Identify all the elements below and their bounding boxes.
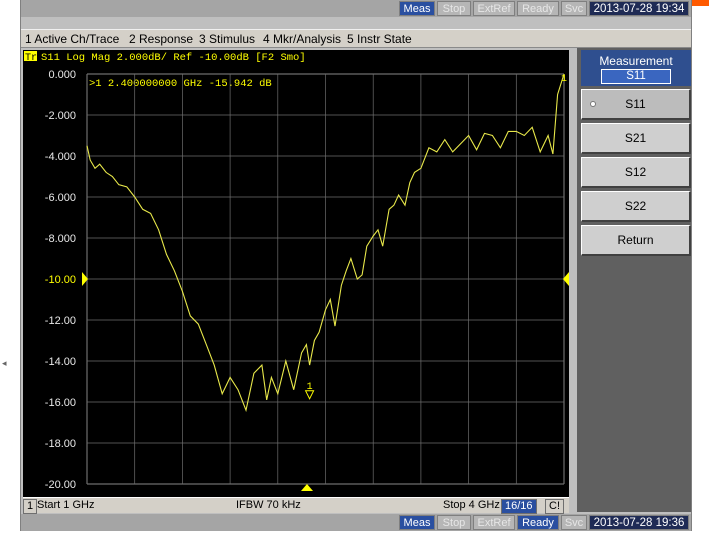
top-status-bar: Meas Stop ExtRef Ready Svc 2013-07-28 19… [21, 0, 691, 17]
y-tick-label: -18.00 [45, 438, 76, 450]
softkey-s21-label: S21 [624, 131, 647, 145]
scroll-left-icon[interactable]: ◂ [2, 358, 7, 369]
trace-plot[interactable]: Tr1 S11 Log Mag 2.000dB/ Ref -10.00dB [F… [23, 50, 569, 497]
softkey-s11[interactable]: S11 [581, 89, 691, 120]
softkey-s21[interactable]: S21 [581, 123, 691, 154]
if-bandwidth[interactable]: IFBW 70 kHz [236, 499, 301, 512]
stop-indicator-bottom: Stop [437, 515, 471, 530]
meas-indicator: Meas [399, 1, 435, 16]
trace-plot-svg: Tr1 S11 Log Mag 2.000dB/ Ref -10.00dB [F… [24, 51, 569, 491]
softkey-s22-label: S22 [624, 199, 647, 213]
measurement-softkey-title: Measurement S11 [581, 50, 691, 86]
stop-frequency[interactable]: Stop 4 GHz [443, 499, 500, 512]
y-tick-label: 0.000 [48, 69, 76, 81]
y-tick-label: -6.000 [45, 192, 76, 204]
extref-indicator: ExtRef [473, 1, 515, 16]
trace-markers: 1 [304, 382, 315, 400]
softkey-s12-label: S12 [624, 165, 647, 179]
y-tick-label: -10.00 [45, 274, 76, 286]
vna-application: Meas Stop ExtRef Ready Svc 2013-07-28 19… [20, 0, 692, 531]
softkey-title-label: Measurement [599, 54, 673, 68]
y-tick-label: -16.00 [45, 397, 76, 409]
marker-position-icon[interactable] [301, 484, 313, 491]
softkey-s22[interactable]: S22 [581, 191, 691, 222]
menu-bar: 1 Active Ch/Trace 2 Response 3 Stimulus … [21, 29, 691, 48]
trace-header: S11 Log Mag 2.000dB/ Ref -10.00dB [F2 Sm… [41, 52, 306, 64]
channel-number[interactable]: 1 [23, 499, 38, 514]
y-tick-label: -12.00 [45, 315, 76, 327]
menu-response[interactable]: 2 Response [129, 32, 193, 46]
selected-radio-icon [590, 101, 596, 107]
stop-indicator: Stop [437, 1, 471, 16]
ready-indicator: Ready [517, 1, 559, 16]
meas-indicator-bottom: Meas [399, 515, 435, 530]
softkey-return-label: Return [617, 233, 654, 247]
marker-readout: >1 2.400000000 GHz -15.942 dB [89, 78, 272, 90]
ready-indicator-bottom: Ready [517, 515, 559, 530]
extref-indicator-bottom: ExtRef [473, 515, 515, 530]
y-tick-label: -2.000 [45, 110, 76, 122]
softkey-panel: Measurement S11 S11 S21 S12 S22 Return [577, 48, 691, 512]
menu-active-ch-trace[interactable]: 1 Active Ch/Trace [25, 32, 119, 46]
svc-indicator: Svc [561, 1, 587, 16]
calibration-indicator: C! [545, 499, 564, 514]
start-frequency[interactable]: Start 1 GHz [37, 499, 94, 512]
clock-display: 2013-07-28 19:34 [589, 1, 689, 16]
y-tick-label: -8.000 [45, 233, 76, 245]
y-tick-label: -20.00 [45, 479, 76, 491]
y-tick-label: -4.000 [45, 151, 76, 163]
softkey-s12[interactable]: S12 [581, 157, 691, 188]
end-marker-label: 1 [561, 74, 567, 85]
softkey-current-value: S11 [601, 69, 671, 84]
points-indicator: 16/16 [501, 499, 537, 514]
menu-instr-state[interactable]: 5 Instr State [347, 32, 412, 46]
menu-mkr-analysis[interactable]: 4 Mkr/Analysis [263, 32, 341, 46]
softkey-s11-label: S11 [625, 97, 646, 111]
menu-stimulus[interactable]: 3 Stimulus [199, 32, 255, 46]
svc-indicator-bottom: Svc [561, 515, 587, 530]
channel-status-bar: 1 Start 1 GHz IFBW 70 kHz Stop 4 GHz 16/… [23, 497, 569, 514]
y-tick-label: -14.00 [45, 356, 76, 368]
softkey-return[interactable]: Return [581, 225, 691, 256]
bottom-status-bar: Meas Stop ExtRef Ready Svc 2013-07-28 19… [21, 514, 691, 531]
y-tick-labels: 0.000 -2.000 -4.000 -6.000 -8.000 -10.00 -12.0… [45, 69, 76, 491]
marker-1-label: 1 [307, 382, 313, 393]
clock-display-bottom: 2013-07-28 19:36 [589, 515, 689, 530]
